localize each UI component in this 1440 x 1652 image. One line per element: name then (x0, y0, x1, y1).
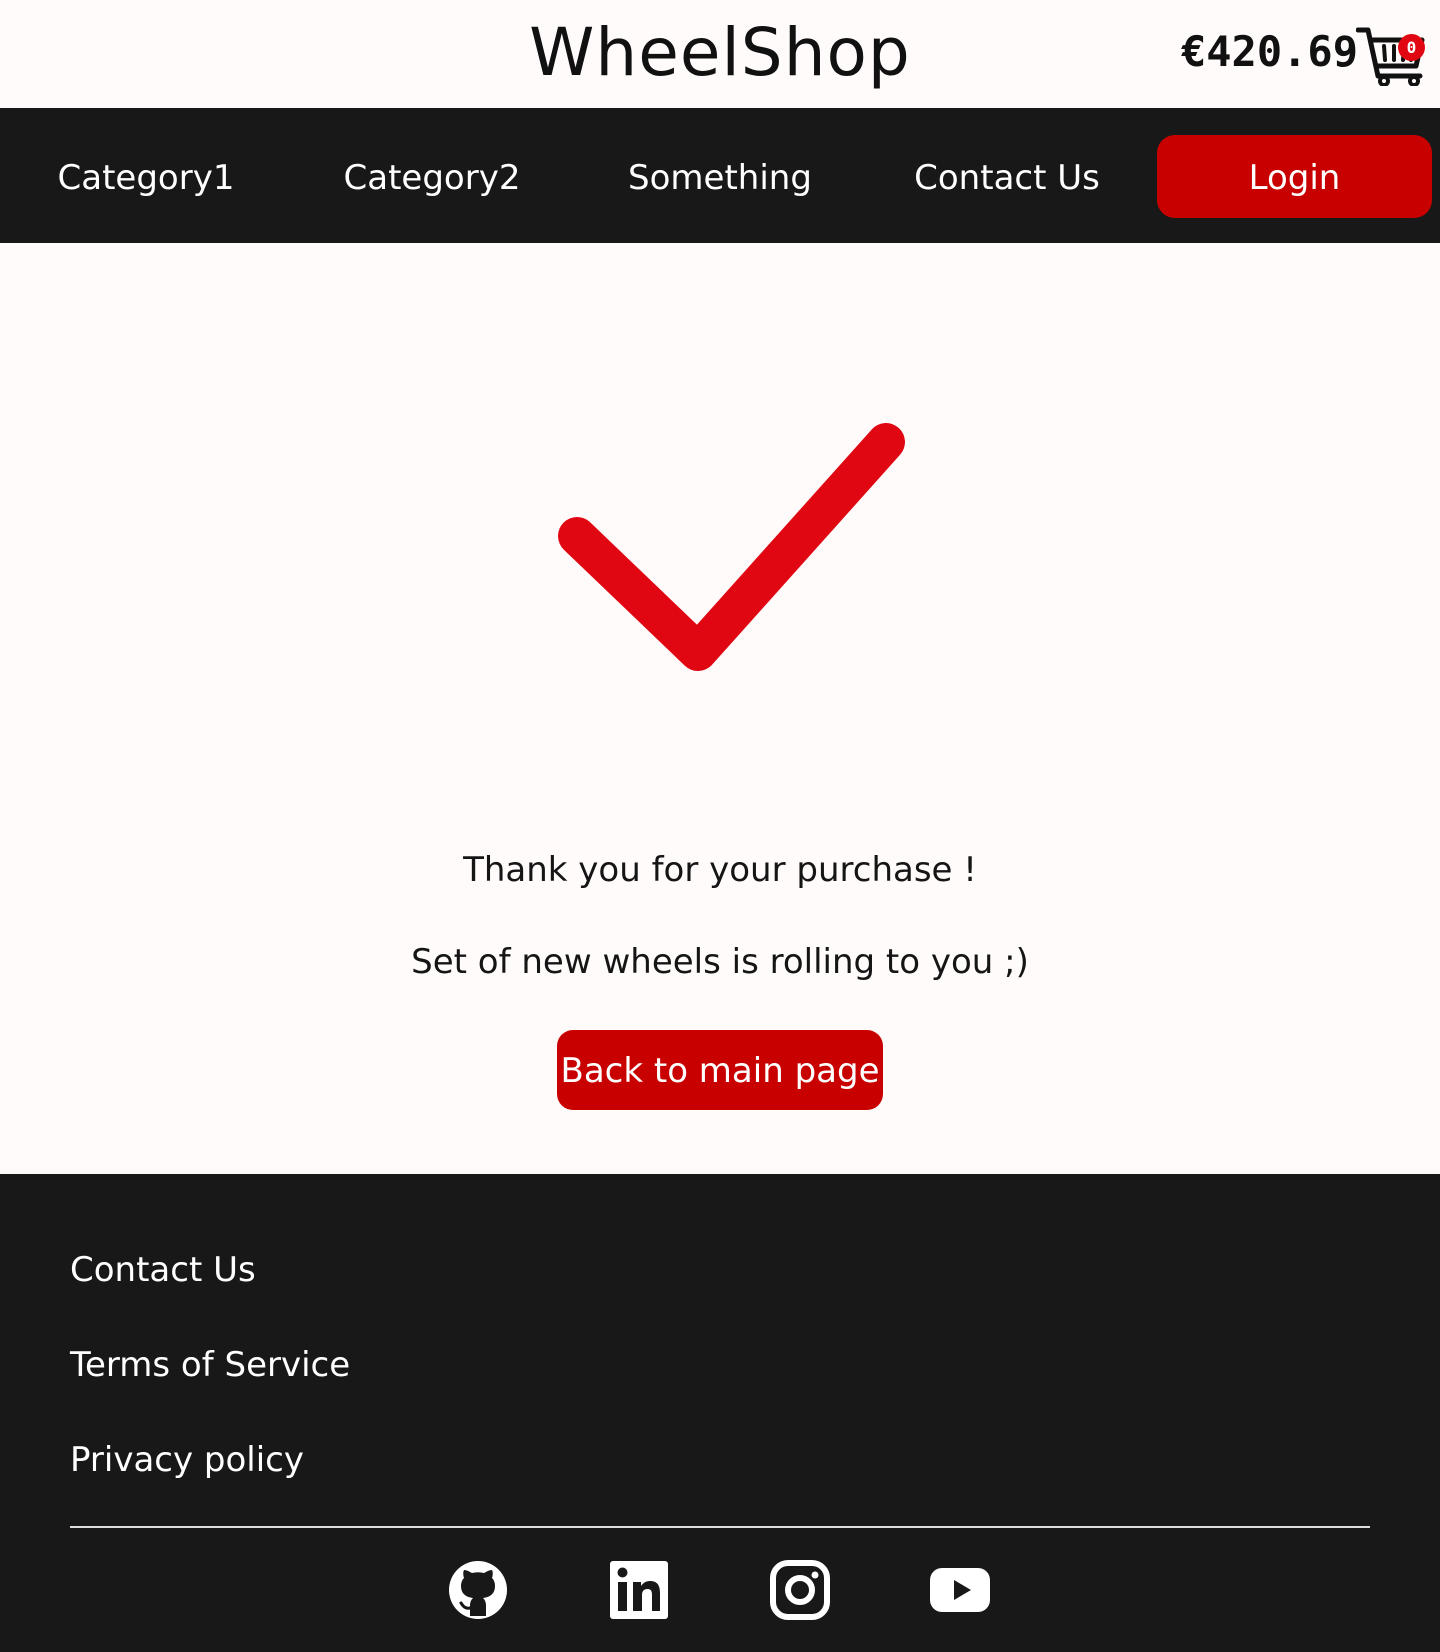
footer-link-terms[interactable]: Terms of Service (70, 1343, 350, 1387)
cart-count-badge: 0 (1398, 34, 1425, 61)
linkedin-icon[interactable] (607, 1558, 671, 1622)
youtube-icon[interactable] (928, 1558, 992, 1622)
nav-item-category2[interactable]: Category2 (292, 108, 572, 243)
cart-total: €420.69 (1180, 27, 1358, 76)
login-button[interactable]: Login (1157, 135, 1432, 218)
back-to-main-button[interactable]: Back to main page (557, 1030, 883, 1110)
main-nav: Category1 Category2 Something Contact Us… (0, 108, 1440, 243)
footer-link-contact-us[interactable]: Contact Us (70, 1248, 256, 1292)
github-icon[interactable] (446, 1558, 510, 1622)
footer-link-privacy[interactable]: Privacy policy (70, 1438, 304, 1482)
nav-item-category1[interactable]: Category1 (6, 108, 286, 243)
shipping-message: Set of new wheels is rolling to you ;) (411, 942, 1029, 982)
instagram-icon[interactable] (768, 1558, 832, 1622)
thank-you-message: Thank you for your purchase ! (463, 850, 977, 890)
nav-item-something[interactable]: Something (580, 108, 860, 243)
checkmark-icon (558, 423, 905, 671)
cart-button[interactable]: 0 (1355, 18, 1428, 87)
site-footer: Contact Us Terms of Service Privacy poli… (0, 1174, 1440, 1652)
nav-item-contact-us[interactable]: Contact Us (867, 108, 1147, 243)
site-header: WheelShop €420.69 0 (0, 0, 1440, 108)
footer-divider (70, 1526, 1370, 1528)
